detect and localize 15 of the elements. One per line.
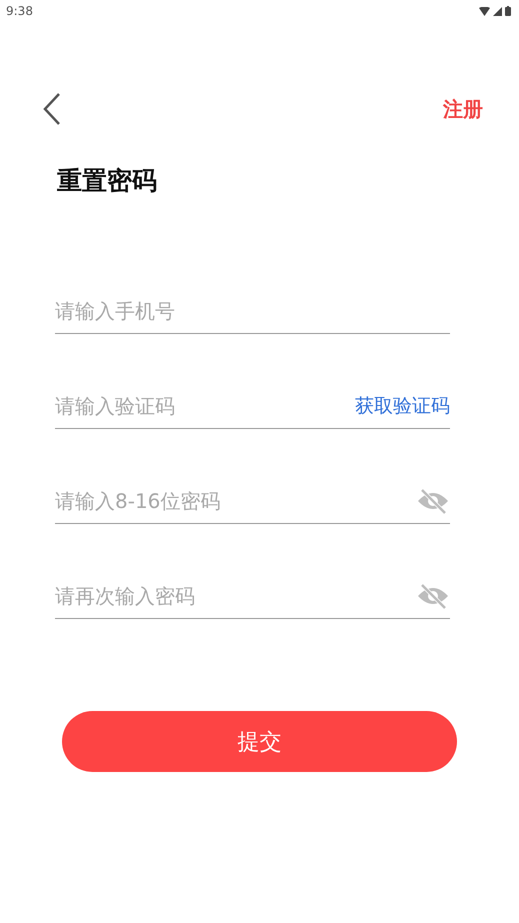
hidden-eye-icon[interactable] [416, 487, 450, 515]
input-field[interactable]: 请输入8-16位密码 [55, 489, 416, 513]
input-field[interactable]: 请输入手机号 [55, 299, 450, 323]
wifi-icon [479, 6, 490, 16]
input-field[interactable]: 请再次输入密码 [55, 584, 416, 608]
back-icon[interactable] [42, 92, 62, 126]
page-title: 重置密码 [57, 165, 158, 197]
register-link[interactable]: 注册 [443, 96, 483, 122]
battery-icon [505, 6, 511, 16]
status-time: 9:38 [6, 4, 33, 18]
get-code-link[interactable]: 获取验证码 [355, 393, 450, 419]
hidden-eye-icon[interactable] [416, 582, 450, 610]
input-field[interactable]: 请输入验证码 [55, 394, 355, 418]
signal-icon [493, 6, 502, 16]
submit-button[interactable]: 提交 [62, 711, 457, 772]
